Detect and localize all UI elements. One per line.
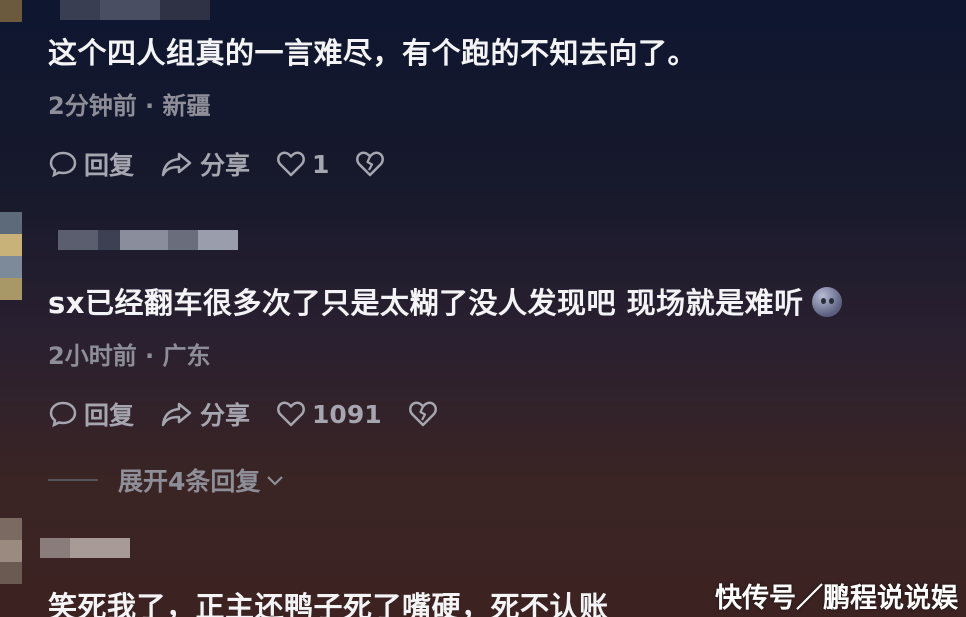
like-count: 1091 xyxy=(312,399,382,429)
dislike-button[interactable] xyxy=(355,149,391,179)
comment-meta: 2小时前 · 广东 xyxy=(48,342,211,370)
comment-text-content: sx已经翻车很多次了只是太糊了没人发现吧 现场就是难听 xyxy=(48,286,804,320)
like-count: 1 xyxy=(312,149,330,179)
watermark: 快传号／鹏程说说娱 xyxy=(715,583,958,614)
avatar[interactable] xyxy=(0,212,22,304)
avatar[interactable] xyxy=(0,518,22,598)
expand-replies-button[interactable]: 展开4条回复 xyxy=(48,462,286,498)
like-button[interactable]: 1091 xyxy=(276,399,382,429)
comment-text: sx已经翻车很多次了只是太糊了没人发现吧 现场就是难听 xyxy=(48,280,842,322)
broken-heart-icon xyxy=(408,401,437,427)
username-blurred[interactable] xyxy=(40,538,130,558)
comment-actions: 回复 分享 1091 xyxy=(48,396,470,432)
expand-replies-label: 展开4条回复 xyxy=(118,467,261,496)
reply-icon xyxy=(49,151,77,178)
reply-button[interactable]: 回复 xyxy=(48,146,134,182)
share-label: 分享 xyxy=(200,401,251,430)
heart-icon xyxy=(277,151,305,177)
comment-meta: 2分钟前 · 新疆 xyxy=(48,92,211,120)
reply-button[interactable]: 回复 xyxy=(48,396,134,432)
share-button[interactable]: 分享 xyxy=(160,396,250,432)
reply-icon xyxy=(49,401,77,428)
share-icon xyxy=(161,402,192,427)
divider-line xyxy=(48,479,98,481)
like-button[interactable]: 1 xyxy=(276,149,329,179)
reply-label: 回复 xyxy=(84,401,135,430)
share-label: 分享 xyxy=(200,151,251,180)
comment-actions: 回复 分享 1 xyxy=(48,146,417,182)
comment-text: 笑死我了，正主还鸭子死了嘴硬，死不认账 xyxy=(48,590,609,617)
heart-icon xyxy=(277,401,305,427)
reply-label: 回复 xyxy=(84,151,135,180)
share-button[interactable]: 分享 xyxy=(160,146,250,182)
share-icon xyxy=(161,152,192,177)
username-blurred[interactable] xyxy=(60,0,210,20)
broken-heart-icon xyxy=(356,151,385,177)
comment-text: 这个四人组真的一言难尽，有个跑的不知去向了。 xyxy=(48,36,698,70)
dislike-button[interactable] xyxy=(408,399,444,429)
avatar[interactable] xyxy=(0,0,22,24)
chevron-down-icon xyxy=(267,476,284,486)
emoji-icon xyxy=(811,287,842,317)
username-blurred[interactable] xyxy=(58,230,238,250)
